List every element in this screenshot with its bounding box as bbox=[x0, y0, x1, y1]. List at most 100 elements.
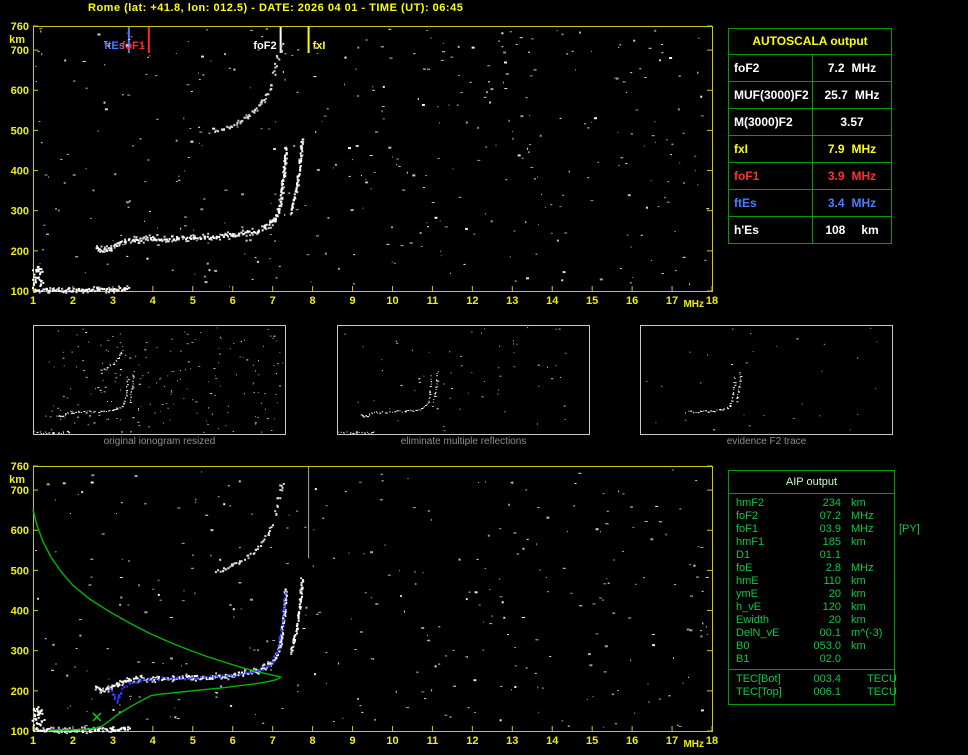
aip-label: B0 bbox=[736, 640, 750, 652]
thumbnail-evidence-f2 bbox=[640, 325, 893, 435]
aip-row: B1 02.0 bbox=[729, 653, 894, 666]
aip-label: Ewidth bbox=[736, 614, 770, 626]
aip-row: Ewidth 20 km bbox=[729, 614, 894, 627]
svg-text:200: 200 bbox=[11, 246, 29, 258]
aip-value: 003.4 bbox=[813, 673, 841, 685]
svg-text:400: 400 bbox=[11, 606, 29, 618]
svg-text:8: 8 bbox=[310, 735, 316, 747]
svg-text:5: 5 bbox=[190, 295, 196, 307]
svg-text:10: 10 bbox=[386, 295, 398, 307]
autoscala-row-label: foF2 bbox=[729, 55, 813, 81]
svg-text:200: 200 bbox=[11, 686, 29, 698]
aip-value: 20 bbox=[828, 614, 841, 626]
thumbnail-caption-eliminate: eliminate multiple reflections bbox=[400, 436, 527, 447]
svg-text:12: 12 bbox=[466, 295, 478, 307]
aip-extra bbox=[893, 601, 899, 614]
aip-label: h_vE bbox=[736, 601, 762, 613]
aip-label: hmF1 bbox=[736, 536, 765, 548]
thumbnail-eliminate-reflections bbox=[337, 325, 590, 435]
aip-row: DelN_vE 00.1 m^(-3) bbox=[729, 627, 894, 640]
aip-value: 2.8 bbox=[825, 562, 841, 574]
aip-row: hmF1 185 km bbox=[729, 536, 894, 549]
aip-value: 053.0 bbox=[813, 640, 841, 652]
svg-text:500: 500 bbox=[11, 565, 29, 577]
bottom-ionogram: 100200300400500600700760km1 2 3 4 5 6 7 8 9 10 11 1… bbox=[9, 461, 718, 750]
aip-value: 185 bbox=[822, 536, 841, 548]
aip-label: D1 bbox=[736, 549, 751, 561]
aip-value: 00.1 bbox=[819, 627, 841, 639]
aip-extra bbox=[893, 510, 899, 523]
svg-text:13: 13 bbox=[506, 295, 518, 307]
aip-unit: MHz bbox=[851, 562, 874, 574]
svg-text:600: 600 bbox=[11, 525, 29, 537]
svg-text:17: 17 bbox=[666, 295, 678, 307]
aip-label: TEC[Top] bbox=[736, 686, 782, 698]
aip-unit: km bbox=[851, 497, 866, 509]
aip-label: foF1 bbox=[736, 523, 759, 535]
aip-unit: m^(-3) bbox=[851, 627, 883, 639]
aip-output-table: AIP output hmF2 234 km foF2 07.2 MHz foF1 03.9 M… bbox=[728, 470, 920, 705]
svg-text:7: 7 bbox=[270, 295, 276, 307]
aip-extra bbox=[893, 575, 899, 588]
aip-table-rows: hmF2 234 km foF2 07.2 MHz foF1 03.9 MHz [PY] hmF1 1… bbox=[729, 497, 920, 666]
thumbnail-caption-evidence: evidence F2 trace bbox=[726, 436, 807, 447]
svg-text:15: 15 bbox=[586, 735, 598, 747]
aip-unit: km bbox=[851, 614, 866, 626]
autoscala-row: foF1 3.9 MHz bbox=[729, 163, 891, 190]
autoscala-row-value: 7.2 MHz bbox=[827, 61, 877, 75]
autoscala-row: MUF(3000)F2 25.7 MHz bbox=[729, 82, 891, 109]
svg-text:500: 500 bbox=[11, 125, 29, 137]
autoscala-row-value: 3.4 MHz bbox=[827, 196, 877, 210]
aip-unit bbox=[841, 653, 893, 666]
aip-row: foF1 03.9 MHz [PY] bbox=[729, 523, 920, 536]
aip-label: ymE bbox=[736, 588, 758, 600]
aip-unit bbox=[841, 549, 893, 562]
aip-row: D1 01.1 bbox=[729, 549, 894, 562]
aip-label: foF2 bbox=[736, 510, 759, 522]
svg-text:2: 2 bbox=[70, 735, 76, 747]
svg-text:km: km bbox=[9, 474, 25, 486]
autoscala-output-table: AUTOSCALA output foF2 7.2 MHz MUF(3000)F2 25… bbox=[728, 28, 892, 244]
aip-extra bbox=[893, 640, 899, 653]
aip-row: foF2 07.2 MHz bbox=[729, 510, 894, 523]
svg-text:MHz: MHz bbox=[683, 739, 704, 750]
svg-text:11: 11 bbox=[427, 295, 439, 307]
svg-text:foF2: foF2 bbox=[253, 40, 276, 52]
svg-text:12: 12 bbox=[466, 735, 478, 747]
svg-text:1: 1 bbox=[30, 295, 36, 307]
autoscala-row-value: 3.9 MHz bbox=[827, 169, 877, 183]
svg-text:foF1: foF1 bbox=[122, 40, 145, 52]
svg-text:700: 700 bbox=[11, 485, 29, 497]
top-ionogram: 100200300400500600700760km1 2 3 4 5 6 7 8 9 10 11 1… bbox=[9, 21, 718, 310]
svg-text:100: 100 bbox=[11, 286, 29, 298]
aip-value: 006.1 bbox=[813, 686, 841, 698]
aip-extra bbox=[893, 673, 899, 686]
svg-text:1: 1 bbox=[30, 735, 36, 747]
aip-value: 03.9 bbox=[819, 523, 841, 535]
aip-row: B0 053.0 km bbox=[729, 640, 894, 653]
autoscala-row: fxI 7.9 MHz bbox=[729, 136, 891, 163]
autoscala-row: M(3000)F2 3.57 bbox=[729, 109, 891, 136]
svg-text:18: 18 bbox=[706, 295, 718, 307]
svg-text:100: 100 bbox=[11, 726, 29, 738]
aip-extra bbox=[893, 497, 899, 510]
aip-label: DelN_vE bbox=[736, 627, 780, 639]
svg-text:10: 10 bbox=[386, 735, 398, 747]
autoscala-row: h'Es 108 km bbox=[729, 217, 891, 243]
svg-text:6: 6 bbox=[230, 735, 236, 747]
aip-unit: km bbox=[851, 536, 866, 548]
aip-extra bbox=[893, 536, 899, 549]
svg-text:4: 4 bbox=[150, 735, 157, 747]
autoscala-row-value: 7.9 MHz bbox=[827, 142, 877, 156]
autoscala-row: foF2 7.2 MHz bbox=[729, 55, 891, 82]
autoscala-row: ftEs 3.4 MHz bbox=[729, 190, 891, 217]
svg-text:5: 5 bbox=[190, 735, 196, 747]
svg-text:14: 14 bbox=[546, 295, 559, 307]
aip-value: 120 bbox=[822, 601, 841, 613]
aip-value: 07.2 bbox=[819, 510, 841, 522]
svg-text:9: 9 bbox=[349, 735, 355, 747]
aip-label: TEC[Bot] bbox=[736, 673, 781, 685]
svg-text:2: 2 bbox=[70, 295, 76, 307]
aip-unit: TECU bbox=[867, 686, 897, 698]
aip-table-header: AIP output bbox=[729, 471, 894, 494]
